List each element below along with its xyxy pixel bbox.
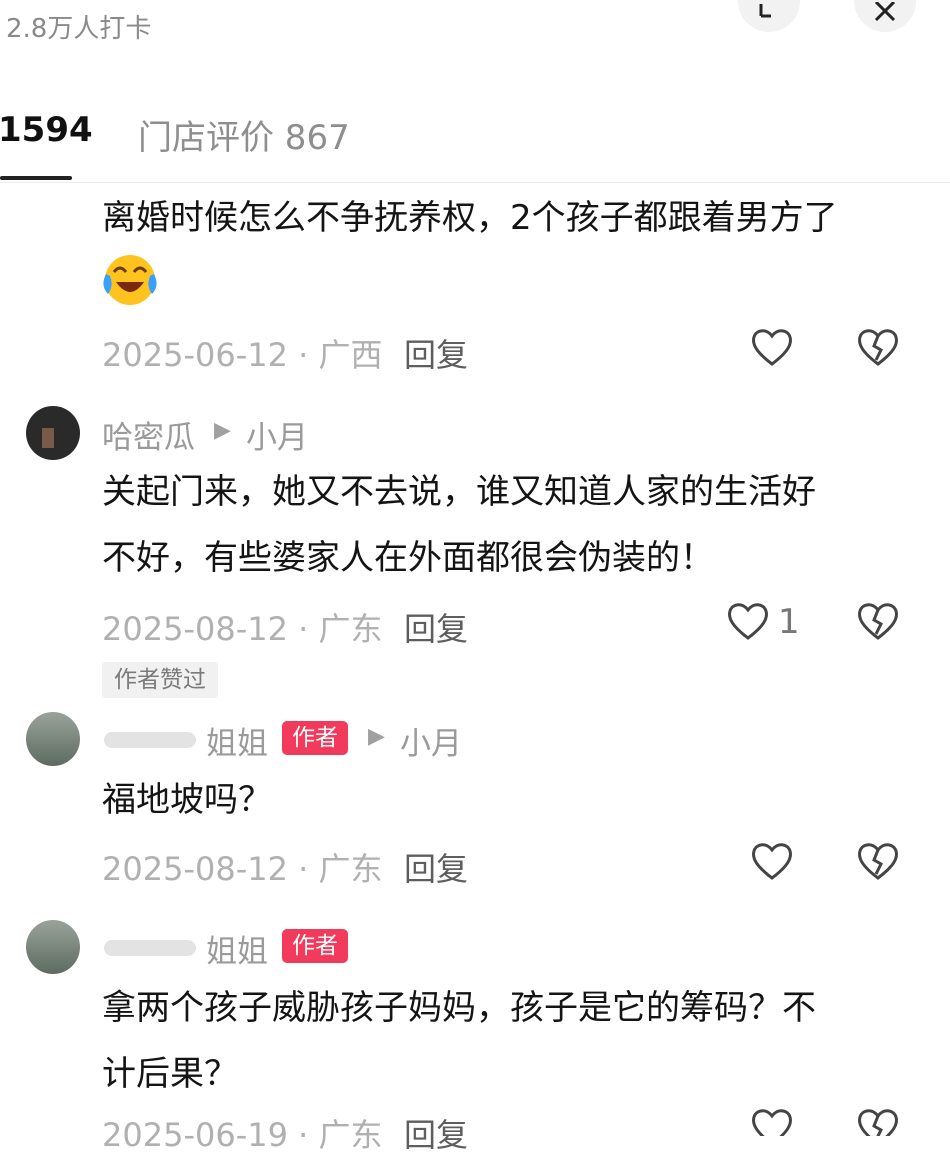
reply-arrow-icon: ▶ — [368, 724, 385, 749]
like-icon[interactable] — [750, 326, 794, 368]
reply-button[interactable]: 回复 — [404, 604, 468, 650]
comment-text: 不好，有些婆家人在外面都很会伪装的！ — [102, 538, 714, 578]
comment-text: 福地坡吗？ — [102, 780, 272, 820]
reply-button[interactable]: 回复 — [404, 1110, 468, 1156]
blurred-name — [104, 940, 196, 956]
tab-store-reviews[interactable]: 门店评价 867 — [138, 110, 350, 159]
like-icon[interactable] — [726, 600, 770, 642]
comment-author[interactable]: 哈密瓜 — [102, 412, 195, 457]
reply-button[interactable]: 回复 — [404, 844, 468, 890]
tab-underline — [0, 176, 72, 180]
reply-arrow-icon: ▶ — [214, 418, 231, 443]
tab-comments[interactable]: 1594 — [0, 110, 93, 150]
comment-text: 离婚时候怎么不争抚养权，2个孩子都跟着男方了 — [102, 198, 838, 238]
reply-to-user[interactable]: 小月 — [246, 412, 308, 457]
like-icon[interactable] — [750, 1106, 794, 1136]
close-button[interactable] — [854, 0, 916, 32]
author-tag: 作者 — [282, 929, 348, 963]
dislike-icon[interactable] — [856, 600, 900, 642]
author-liked-badge: 作者赞过 — [102, 662, 218, 698]
comment-date-location: 2025-08-12 · 广东 — [102, 850, 383, 888]
comment-text: 拿两个孩子威胁孩子妈妈，孩子是它的筹码？不 — [102, 988, 816, 1028]
crying-laughing-emoji — [103, 255, 157, 305]
avatar[interactable] — [26, 712, 80, 766]
author-tag: 作者 — [282, 721, 348, 755]
dislike-icon[interactable] — [856, 1106, 900, 1136]
avatar[interactable] — [26, 406, 80, 460]
checkin-count: 2.8万人打卡 — [6, 14, 152, 44]
share-button[interactable] — [738, 0, 800, 32]
comment-date-location: 2025-06-19 · 广东 — [102, 1116, 383, 1154]
blurred-name — [104, 732, 196, 748]
comment-date-location: 2025-08-12 · 广东 — [102, 610, 383, 648]
close-icon — [874, 2, 896, 22]
comment-date-location: 2025-06-12 · 广西 — [102, 336, 383, 374]
like-icon[interactable] — [750, 840, 794, 882]
comment-author[interactable]: 姐姐 — [206, 718, 268, 763]
reply-to-user[interactable]: 小月 — [400, 718, 462, 763]
share-icon — [759, 4, 771, 18]
dislike-icon[interactable] — [856, 326, 900, 368]
like-count: 1 — [778, 602, 800, 642]
reply-button[interactable]: 回复 — [404, 330, 468, 376]
tab-divider — [0, 182, 950, 183]
comment-text: 关起门来，她又不去说，谁又知道人家的生活好 — [102, 472, 816, 512]
comment-text: 计后果？ — [102, 1054, 238, 1094]
comment-author[interactable]: 姐姐 — [206, 926, 268, 971]
dislike-icon[interactable] — [856, 840, 900, 882]
avatar[interactable] — [26, 920, 80, 974]
